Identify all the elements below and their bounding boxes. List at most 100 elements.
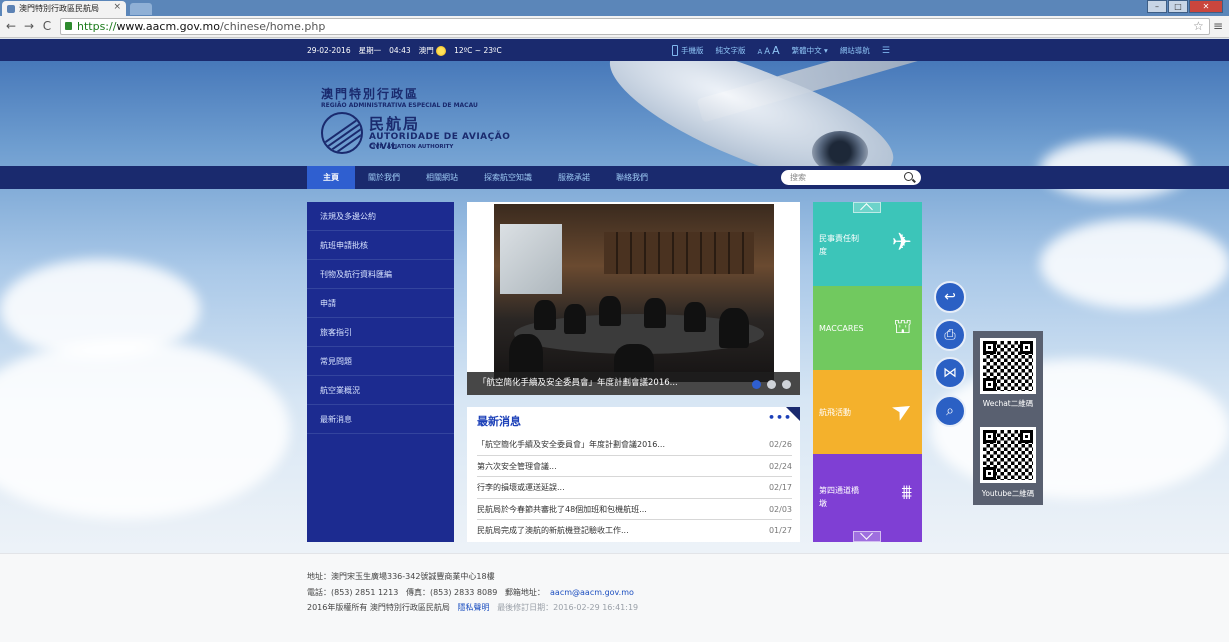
reload-button[interactable]: C <box>40 19 54 33</box>
print-icon[interactable]: ⎙ <box>934 319 966 351</box>
minimize-button[interactable]: – <box>1147 0 1167 13</box>
footer-copyright: 2016年版權所有 澳門特別行政區民航局 <box>307 603 450 612</box>
tile-label: 民事責任制度 <box>819 234 859 256</box>
news-list: 「航空簡化手續及安全委員會」年度計劃會議2016... 02/26 第六次安全管理… <box>477 434 792 542</box>
footer-contact-line: 電話：(853) 2851 1213 傳真：(853) 2833 8089 郵箱… <box>307 587 634 598</box>
nav-item-related-sites[interactable]: 相關網站 <box>413 166 471 189</box>
back-arrow-icon[interactable]: ↩ <box>934 281 966 313</box>
font-large-button[interactable]: A <box>772 44 780 57</box>
browser-tab[interactable]: 澳門特別行政區民航局 × <box>2 1 126 16</box>
mobile-version-link[interactable]: 手機版 <box>672 45 704 57</box>
current-weekday: 星期一 <box>358 46 382 55</box>
news-item[interactable]: 「航空簡化手續及安全委員會」年度計劃會議2016... 02/26 <box>477 434 792 456</box>
top-info-strip: 29-02-2016 星期一 04:43 澳門 12ºC ~ 23ºC 手機版 … <box>0 39 1229 61</box>
site-footer: 地址：澳門宋玉生廣場336-342號誠豐商業中心18樓 電話：(853) 285… <box>0 553 1229 642</box>
sidebar-item-publications[interactable]: 刊物及航行資料匯編 <box>307 260 454 289</box>
news-item[interactable]: 第六次安全管理會議... 02/24 <box>477 456 792 477</box>
sidebar-item-applications[interactable]: 申請 <box>307 289 454 318</box>
footer-email-label: 郵箱地址： <box>504 588 545 597</box>
airplane-icon: ✈ <box>891 228 912 256</box>
footer-address: 地址：澳門宋玉生廣場336-342號誠豐商業中心18樓 <box>307 572 495 581</box>
slide-dot-1[interactable] <box>752 380 761 389</box>
tile-flight-activities[interactable]: 航飛活動 ➤ <box>813 370 922 454</box>
slide-indicators <box>752 380 791 389</box>
favicon-icon <box>7 4 15 13</box>
back-button[interactable]: ← <box>4 19 18 33</box>
banner-photo <box>494 204 774 382</box>
last-modified: 最後修訂日期：2016-02-29 16:41:19 <box>497 603 639 612</box>
browser-menu-icon[interactable]: ≡ <box>1213 19 1223 33</box>
window-close-button[interactable]: ✕ <box>1189 0 1223 13</box>
nav-item-service-pledge[interactable]: 服務承諾 <box>545 166 603 189</box>
tile-maccares[interactable]: MACCARES ⛫ <box>813 286 922 370</box>
caa-emblem-icon <box>321 112 363 154</box>
news-item[interactable]: 行李的損壞或運送延誤... 02/17 <box>477 477 792 499</box>
banner-slideshow[interactable]: 「航空簡化手續及安全委員會」年度計劃會議2016... <box>467 202 800 395</box>
qr-search-icon[interactable]: ⌕ <box>934 395 966 427</box>
font-small-button[interactable]: A <box>758 48 763 56</box>
mobile-phone-icon <box>672 45 678 57</box>
sidebar-item-passenger-guide[interactable]: 旅客指引 <box>307 318 454 347</box>
url-input[interactable]: https://www.aacm.gov.mo/chinese/home.php <box>60 18 1210 35</box>
background-cloud <box>0 339 290 519</box>
language-selector[interactable]: 繁體中文 ▾ <box>792 45 828 56</box>
news-item[interactable]: 民航局完成了澳航的新航機登記驗收工作... 01/27 <box>477 520 792 542</box>
sidebar-item-faq[interactable]: 常見問題 <box>307 347 454 376</box>
tiles-scroll-up-button[interactable] <box>853 202 881 213</box>
sidebar-item-flight-approval[interactable]: 航班申請批核 <box>307 231 454 260</box>
news-panel: 最新消息 ••• 「航空簡化手續及安全委員會」年度計劃會議2016... 02/2… <box>467 407 800 542</box>
page-viewport: 29-02-2016 星期一 04:43 澳門 12ºC ~ 23ºC 手機版 … <box>0 39 1229 642</box>
tiles-scroll-down-button[interactable] <box>853 531 881 542</box>
feature-tiles: 民事責任制度 ✈ MACCARES ⛫ 航飛活動 ➤ 第四通道橋墩 ⩩ <box>813 202 922 542</box>
logo-cn-name: 民航局 <box>369 115 421 133</box>
slide-dot-3[interactable] <box>782 380 791 389</box>
news-date: 02/24 <box>768 461 792 471</box>
address-bar: ← → C https://www.aacm.gov.mo/chinese/ho… <box>0 16 1229 38</box>
share-icon[interactable]: ⋈ <box>934 357 966 389</box>
footer-copyright-line: 2016年版權所有 澳門特別行政區民航局 隱私聲明 最後修訂日期：2016-02… <box>307 602 638 613</box>
sun-icon <box>436 46 447 56</box>
nav-item-contact[interactable]: 聯絡我們 <box>603 166 661 189</box>
search-icon[interactable] <box>904 172 913 181</box>
slide-dot-2[interactable] <box>767 380 776 389</box>
sidebar-item-latest-news[interactable]: 最新消息 <box>307 405 454 434</box>
logo-en-name: CIVIL AVIATION AUTHORITY <box>369 144 454 150</box>
browser-tab-bar: 澳門特別行政區民航局 × – □ ✕ <box>0 0 1229 16</box>
sidebar-item-regulations[interactable]: 法規及多邊公約 <box>307 202 454 231</box>
site-logo[interactable]: 澳門特別行政區 REGIÃO ADMINISTRATIVA ESPECIAL D… <box>307 75 537 165</box>
youtube-qr-label: Youtube二維碼 <box>981 489 1035 498</box>
wechat-qr-label: Wechat二維碼 <box>982 399 1034 408</box>
news-item[interactable]: 民航局於今春節共審批了48個加班和包機航班... 02/03 <box>477 499 792 520</box>
rss-icon[interactable]: ☰ <box>882 46 890 56</box>
new-tab-button[interactable] <box>130 3 152 15</box>
banner-caption[interactable]: 「航空簡化手續及安全委員會」年度計劃會議2016... <box>467 372 800 395</box>
text-version-link[interactable]: 純文字版 <box>716 45 746 56</box>
footer-email-link[interactable]: aacm@aacm.gov.mo <box>550 588 634 597</box>
left-sidebar: 法規及多邊公約 航班申請批核 刊物及航行資料匯編 申請 旅客指引 常見問題 航空… <box>307 202 454 542</box>
siren-icon: ⛫ <box>893 314 912 338</box>
footer-fax: 傳真：(853) 2833 8089 <box>405 588 498 597</box>
nav-item-about[interactable]: 關於我們 <box>355 166 413 189</box>
maximize-button[interactable]: □ <box>1168 0 1188 13</box>
news-more-button[interactable]: ••• <box>768 411 792 424</box>
news-date: 02/26 <box>768 440 792 449</box>
current-date: 29-02-2016 <box>307 46 351 55</box>
sidebar-item-industry-overview[interactable]: 航空業概況 <box>307 376 454 405</box>
nav-item-home[interactable]: 主頁 <box>307 166 355 189</box>
tile-fourth-crossing[interactable]: 第四通道橋墩 ⩩ <box>813 454 922 542</box>
weather-city: 澳門 <box>419 45 447 56</box>
font-medium-button[interactable]: A <box>764 47 770 57</box>
sitemap-link[interactable]: 網站導航 <box>840 45 870 56</box>
tile-label: 第四通道橋墩 <box>819 486 859 508</box>
tab-title: 澳門特別行政區民航局 <box>19 4 99 13</box>
privacy-link[interactable]: 隱私聲明 <box>458 603 490 612</box>
search-input[interactable]: 搜索 <box>781 170 921 185</box>
window-controls: – □ ✕ <box>1146 0 1223 13</box>
footer-phone: 電話：(853) 2851 1213 <box>307 588 399 597</box>
tab-close-icon[interactable]: × <box>113 2 121 12</box>
news-date: 02/03 <box>768 504 792 514</box>
bookmark-star-icon[interactable]: ☆ <box>1193 19 1204 33</box>
nav-item-aviation-knowledge[interactable]: 探索航空知識 <box>471 166 545 189</box>
tile-civil-liability[interactable]: 民事責任制度 ✈ <box>813 202 922 286</box>
forward-button[interactable]: → <box>22 19 36 33</box>
